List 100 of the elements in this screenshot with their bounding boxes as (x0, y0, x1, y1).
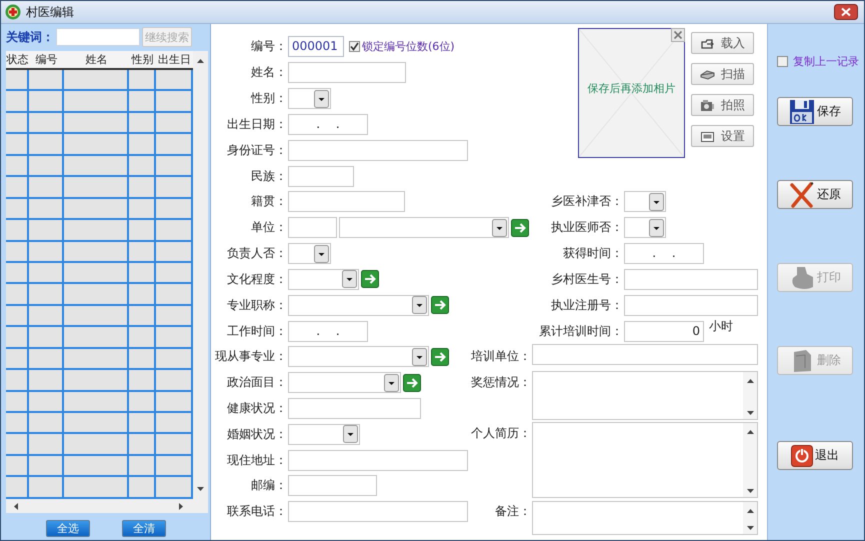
dropdown-button[interactable] (314, 90, 329, 108)
table-cell[interactable] (129, 413, 156, 432)
table-cell[interactable] (29, 220, 64, 240)
table-cell[interactable] (129, 198, 156, 218)
select-button[interactable]: 全清 (122, 520, 166, 537)
dropdown-button[interactable] (649, 218, 664, 237)
table-cell[interactable] (6, 392, 29, 411)
table-cell[interactable] (64, 242, 129, 261)
input-field[interactable]: . . (624, 243, 704, 264)
table-cell[interactable] (64, 306, 129, 326)
dropdown-button[interactable] (649, 192, 664, 211)
input-field[interactable] (624, 268, 758, 290)
table-cell[interactable] (129, 177, 156, 197)
go-button[interactable] (511, 218, 529, 237)
action-button[interactable]: 退出 (777, 441, 853, 470)
dropdown-field[interactable] (288, 346, 429, 368)
scroll-down-icon[interactable] (746, 411, 754, 416)
table-cell[interactable] (6, 177, 29, 197)
table-cell[interactable] (29, 156, 64, 176)
table-cell[interactable] (64, 392, 129, 411)
table-cell[interactable] (64, 456, 129, 476)
table-cell[interactable] (129, 284, 156, 304)
table-cell[interactable] (6, 284, 29, 304)
table-cell[interactable] (156, 91, 193, 111)
table-cell[interactable] (129, 91, 156, 111)
action-button[interactable]: 还原 (777, 180, 853, 209)
table-cell[interactable] (29, 392, 64, 411)
table-cell[interactable] (6, 156, 29, 176)
column-header[interactable]: 出生日 (156, 51, 193, 68)
go-button[interactable] (431, 296, 449, 314)
table-cell[interactable] (6, 220, 29, 240)
table-cell[interactable] (6, 477, 29, 497)
input-field[interactable]: . . (288, 114, 368, 135)
dropdown-button[interactable] (412, 348, 427, 366)
table-cell[interactable] (129, 370, 156, 390)
table-cell[interactable] (64, 348, 129, 368)
table-cell[interactable] (129, 112, 156, 132)
input-field[interactable]: 0 (624, 320, 704, 342)
table-cell[interactable] (156, 456, 193, 476)
scroll-up-icon[interactable] (746, 378, 754, 383)
dropdown-field[interactable] (288, 294, 429, 316)
scrollbar[interactable] (743, 423, 757, 497)
input-field[interactable] (288, 398, 421, 419)
table-cell[interactable] (129, 156, 156, 176)
checkbox[interactable] (777, 56, 788, 66)
table-cell[interactable] (129, 306, 156, 326)
table-cell[interactable] (29, 262, 64, 282)
input-field[interactable] (288, 450, 468, 471)
table-cell[interactable] (64, 198, 129, 218)
table-cell[interactable] (156, 327, 193, 347)
table-cell[interactable] (129, 348, 156, 368)
table-cell[interactable] (129, 262, 156, 282)
scroll-left-icon[interactable] (14, 502, 18, 510)
table-cell[interactable] (6, 370, 29, 390)
table-cell[interactable] (6, 242, 29, 261)
scroll-up-icon[interactable] (746, 508, 754, 513)
input-field[interactable]: 000001 (288, 36, 344, 58)
table-cell[interactable] (129, 327, 156, 347)
go-button[interactable] (403, 374, 421, 392)
table-cell[interactable] (6, 413, 29, 432)
dropdown-button[interactable] (342, 270, 357, 288)
table-cell[interactable] (64, 262, 129, 282)
table-cell[interactable] (64, 220, 129, 240)
table-cell[interactable] (29, 284, 64, 304)
table-cell[interactable] (156, 70, 193, 90)
photo-button[interactable]: 设置 (691, 125, 754, 147)
scrollbar[interactable] (743, 372, 757, 420)
input-field[interactable] (288, 217, 337, 238)
table-cell[interactable] (6, 327, 29, 347)
scroll-up-icon[interactable] (746, 430, 754, 434)
column-header[interactable]: 姓名 (64, 51, 129, 68)
table-cell[interactable] (29, 370, 64, 390)
dropdown-field[interactable] (288, 243, 331, 264)
dropdown-button[interactable] (384, 374, 399, 392)
table-cell[interactable] (156, 477, 193, 497)
dropdown-button[interactable] (492, 218, 507, 237)
dropdown-field[interactable] (339, 217, 509, 238)
go-button[interactable] (361, 270, 379, 288)
input-field[interactable] (288, 501, 468, 522)
column-header[interactable]: 状态 (6, 51, 29, 68)
table-cell[interactable] (129, 134, 156, 154)
input-field[interactable] (532, 344, 758, 365)
table-cell[interactable] (29, 413, 64, 432)
input-field[interactable] (288, 191, 405, 212)
table-cell[interactable] (64, 434, 129, 454)
dropdown-button[interactable] (314, 244, 329, 263)
table-cell[interactable] (156, 413, 193, 432)
table-cell[interactable] (6, 91, 29, 111)
table-cell[interactable] (29, 70, 64, 90)
table-cell[interactable] (64, 413, 129, 432)
table-cell[interactable] (64, 177, 129, 197)
table-cell[interactable] (156, 112, 193, 132)
table-cell[interactable] (156, 370, 193, 390)
search-field[interactable] (56, 28, 140, 46)
table-cell[interactable] (129, 220, 156, 240)
photo-button[interactable]: 扫描 (691, 63, 754, 85)
table-cell[interactable] (29, 198, 64, 218)
table-cell[interactable] (156, 198, 193, 218)
table-cell[interactable] (29, 91, 64, 111)
table-cell[interactable] (29, 327, 64, 347)
